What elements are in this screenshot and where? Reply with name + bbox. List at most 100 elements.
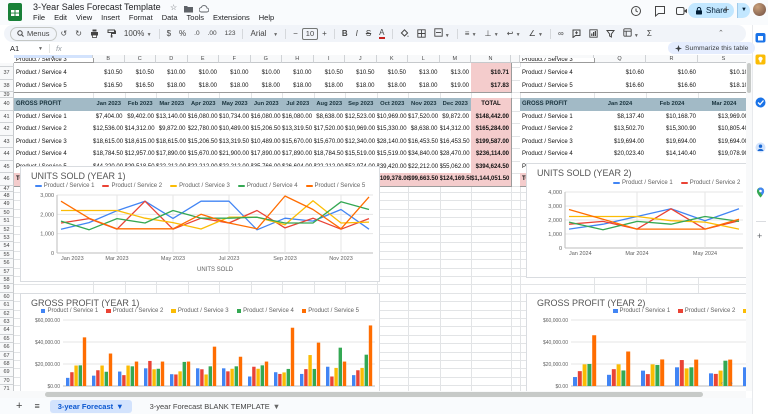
cell-M46[interactable]: $124,169.50 xyxy=(439,173,472,187)
cell-L43[interactable]: $16,453.50 xyxy=(408,135,441,149)
product-row-label[interactable]: Product / Service 3 xyxy=(14,135,94,149)
increase-decimal-button[interactable]: .00 xyxy=(208,30,217,37)
price-row-label[interactable]: Product / Service 5 xyxy=(520,79,595,93)
row-total[interactable]: $236,114.00 xyxy=(471,148,512,162)
cell-K42[interactable]: $15,330.00 xyxy=(376,123,409,137)
cell-B38[interactable]: $16.50 xyxy=(93,79,126,93)
row-header-54[interactable]: 54 xyxy=(0,242,14,251)
cell-M42[interactable]: $14,312.00 xyxy=(439,123,472,137)
column-header-B[interactable]: B xyxy=(93,55,125,63)
horizontal-scrollbar[interactable] xyxy=(0,391,746,398)
month-header[interactable]: Jan 2023 xyxy=(93,98,126,112)
cell-Q43[interactable]: $19,694.00 xyxy=(594,135,647,149)
chart-gross-profit-year2[interactable]: GROSS PROFIT (YEAR 2) Product / Service 1… xyxy=(526,293,746,391)
contacts-icon[interactable] xyxy=(755,140,766,153)
cell-E38[interactable]: $18.00 xyxy=(187,79,220,93)
product-row-label[interactable]: Product / Service 2 xyxy=(520,123,595,137)
row-header-37[interactable]: 37 xyxy=(0,67,14,80)
cell-M41[interactable]: $9,872.00 xyxy=(439,110,472,124)
row-total[interactable]: $394,624.50 xyxy=(471,160,512,174)
text-color-button[interactable]: A xyxy=(379,28,385,39)
row-header-56[interactable]: 56 xyxy=(0,259,14,268)
menu-item-data[interactable]: Data xyxy=(162,13,178,22)
cell-S38[interactable]: $18.10 xyxy=(698,79,746,93)
column-header-F[interactable]: F xyxy=(219,55,251,63)
cell-G38[interactable]: $18.00 xyxy=(250,79,283,93)
cell-Q44[interactable]: $20,023.40 xyxy=(594,148,647,162)
chart-scroll-arrows[interactable]: ‹ › xyxy=(721,381,736,387)
row-header-43[interactable]: 43 xyxy=(0,135,14,148)
row-header-70[interactable]: 70 xyxy=(0,376,14,386)
product-row-label[interactable]: Product / Service 3 xyxy=(520,135,595,149)
row-header-44[interactable]: 44 xyxy=(0,148,14,161)
month-header[interactable]: Nov 2023 xyxy=(408,98,441,112)
cell-B44[interactable]: $18,784.50 xyxy=(93,148,126,162)
cell-S42[interactable]: $10,805.40 xyxy=(698,123,746,137)
strikethrough-button[interactable]: S xyxy=(366,29,371,38)
product-row-label[interactable]: Product / Service 4 xyxy=(520,148,595,162)
vertical-align-button[interactable]: ⊥ ▼ xyxy=(485,29,499,38)
cell-M37[interactable]: $13.00 xyxy=(439,67,472,81)
column-header-R[interactable]: R xyxy=(646,55,698,63)
month-header[interactable]: Sep 2023 xyxy=(345,98,378,112)
cell-P36[interactable]: Product / Service 3 xyxy=(520,58,595,63)
cell-R42[interactable]: $15,300.90 xyxy=(646,123,699,137)
cell-Q41[interactable]: $8,137.40 xyxy=(594,110,647,124)
menu-item-view[interactable]: View xyxy=(76,13,92,22)
format-currency-button[interactable]: $ xyxy=(167,29,171,38)
cell-R44[interactable]: $14,140.40 xyxy=(646,148,699,162)
menu-item-tools[interactable]: Tools xyxy=(187,13,205,22)
get-addons-icon[interactable]: + xyxy=(757,231,762,241)
row-header-53[interactable]: 53 xyxy=(0,234,14,243)
column-header-J[interactable]: J xyxy=(345,55,377,63)
font-size-input[interactable]: 10 xyxy=(301,27,319,40)
cell-J41[interactable]: $12,523.00 xyxy=(345,110,378,124)
summarize-table-chip[interactable]: Summarize this table xyxy=(668,42,756,54)
cell-S41[interactable]: $13,969.00 xyxy=(698,110,746,124)
row-header-41[interactable]: 41 xyxy=(0,110,14,123)
cell-B41[interactable]: $7,404.00 xyxy=(93,110,126,124)
cell-H43[interactable]: $15,670.00 xyxy=(282,135,315,149)
menu-item-format[interactable]: Format xyxy=(129,13,153,22)
cell-F41[interactable]: $10,734.00 xyxy=(219,110,252,124)
cell-J38[interactable]: $18.00 xyxy=(345,79,378,93)
redo-icon[interactable]: ↻ xyxy=(75,29,82,38)
cell-I37[interactable]: $10.50 xyxy=(313,67,346,81)
cell-D37[interactable]: $10.00 xyxy=(156,67,189,81)
cell-R38[interactable]: $16.60 xyxy=(646,79,699,93)
filter-icon[interactable] xyxy=(605,29,615,38)
italic-button[interactable]: I xyxy=(356,29,358,38)
cell-H37[interactable]: $10.00 xyxy=(282,67,315,81)
cell-B43[interactable]: $18,615.00 xyxy=(93,135,126,149)
month-header[interactable]: Oct 2023 xyxy=(376,98,409,112)
column-header-H[interactable]: H xyxy=(282,55,314,63)
cell-K41[interactable]: $10,969.00 xyxy=(376,110,409,124)
cell-L46[interactable]: $99,663.50 xyxy=(408,173,441,187)
column-header-I[interactable]: I xyxy=(313,55,345,63)
column-header-C[interactable]: C xyxy=(124,55,156,63)
month-header[interactable]: Aug 2023 xyxy=(313,98,346,112)
move-folder-icon[interactable] xyxy=(184,5,193,13)
cell-C44[interactable]: $12,957.00 xyxy=(124,148,157,162)
cell-L38[interactable]: $18.00 xyxy=(408,79,441,93)
menu-item-insert[interactable]: Insert xyxy=(101,13,120,22)
cell-K43[interactable]: $28,140.00 xyxy=(376,135,409,149)
cell-G44[interactable]: $17,890.00 xyxy=(250,148,283,162)
paint-format-icon[interactable] xyxy=(107,29,116,38)
fill-color-icon[interactable] xyxy=(400,29,409,38)
month-header[interactable]: Jun 2023 xyxy=(250,98,283,112)
cell-S44[interactable]: $19,078.90 xyxy=(698,148,746,162)
format-percent-button[interactable]: % xyxy=(179,29,186,38)
month-header[interactable]: Jan 2024 xyxy=(594,98,647,112)
cell-H41[interactable]: $16,080.00 xyxy=(282,110,315,124)
cell-G37[interactable]: $10.00 xyxy=(250,67,283,81)
calendar-icon[interactable] xyxy=(755,30,766,43)
column-header-G[interactable]: G xyxy=(250,55,282,63)
functions-button[interactable]: Σ xyxy=(647,29,652,38)
column-header-D[interactable]: D xyxy=(156,55,188,63)
cell-R37[interactable]: $10.60 xyxy=(646,67,699,81)
cell-S43[interactable]: $19,694.00 xyxy=(698,135,746,149)
cell-I41[interactable]: $8,638.00 xyxy=(313,110,346,124)
sheet-tab-caret-icon[interactable]: ▼ xyxy=(116,402,123,411)
horizontal-align-button[interactable]: ≡ ▼ xyxy=(465,29,477,38)
